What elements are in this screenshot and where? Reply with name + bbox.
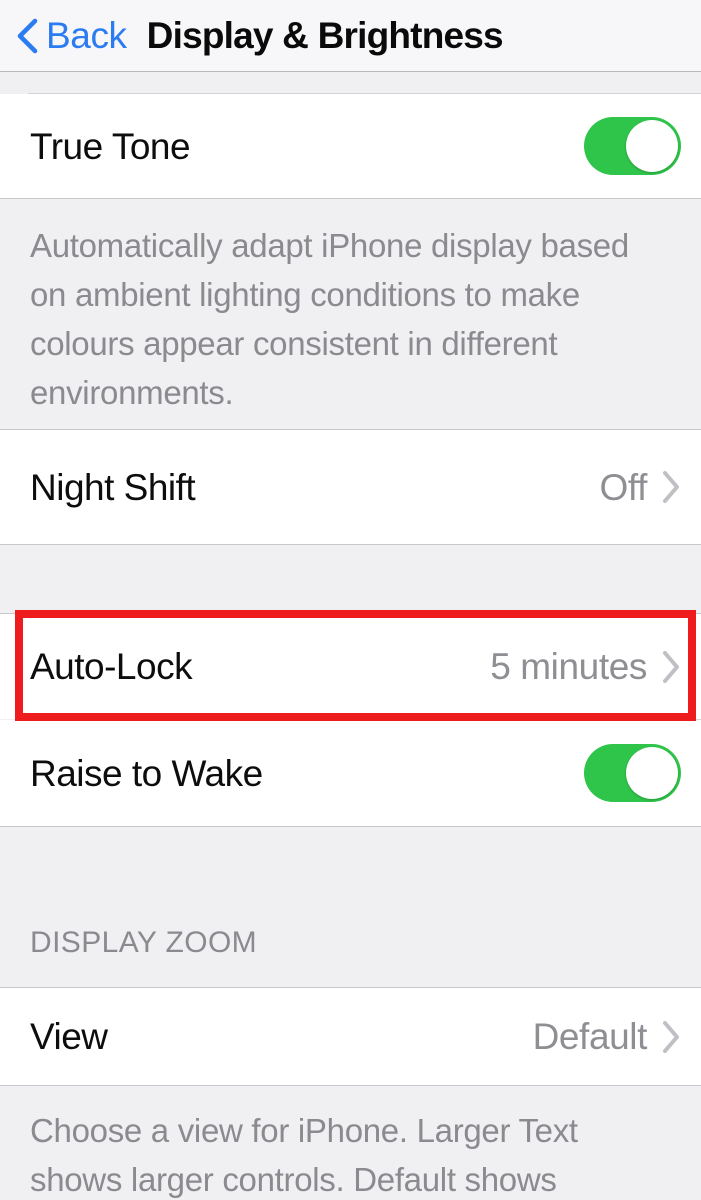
back-button[interactable]: Back <box>14 16 127 56</box>
row-raise-to-wake-label: Raise to Wake <box>30 752 263 794</box>
row-raise-to-wake[interactable]: Raise to Wake <box>0 720 701 826</box>
section-header-display-zoom: DISPLAY ZOOM <box>0 908 701 970</box>
view-group: View Default <box>0 988 701 1085</box>
display-zoom-description: Choose a view for iPhone. Larger Text sh… <box>0 1086 701 1200</box>
chevron-right-icon <box>663 471 679 503</box>
row-true-tone-label: True Tone <box>30 125 191 167</box>
row-true-tone[interactable]: True Tone <box>0 94 701 198</box>
true-tone-group: True Tone <box>0 94 701 198</box>
raise-to-wake-toggle[interactable] <box>584 744 681 802</box>
row-night-shift-label: Night Shift <box>30 466 196 508</box>
row-view[interactable]: View Default <box>0 988 701 1085</box>
row-true-tone-control <box>584 117 681 175</box>
chevron-right-icon <box>663 650 679 683</box>
toggle-knob <box>626 747 678 799</box>
row-view-label: View <box>30 1016 108 1057</box>
auto-lock-group: Auto-Lock 5 minutes <box>0 614 701 719</box>
section-gap-night-shift <box>0 545 701 613</box>
auto-lock-value: 5 minutes <box>490 646 647 687</box>
row-raise-to-wake-control <box>584 744 681 802</box>
raise-to-wake-group: Raise to Wake <box>0 720 701 826</box>
night-shift-group: Night Shift Off <box>0 430 701 544</box>
page-title: Display & Brightness <box>146 15 504 56</box>
navigation-bar: Back Display & Brightness <box>0 0 701 72</box>
chevron-left-icon <box>17 18 38 53</box>
back-button-label: Back <box>46 15 127 56</box>
row-night-shift[interactable]: Night Shift Off <box>0 430 701 544</box>
row-auto-lock-control: 5 minutes <box>490 648 681 685</box>
row-night-shift-control: Off <box>600 469 681 506</box>
night-shift-value: Off <box>599 466 648 508</box>
view-value: Default <box>532 1016 648 1057</box>
true-tone-toggle[interactable] <box>584 117 681 175</box>
row-auto-lock[interactable]: Auto-Lock 5 minutes <box>0 614 701 719</box>
chevron-right-icon <box>663 1020 679 1053</box>
true-tone-description: Automatically adapt iPhone display based… <box>0 199 701 429</box>
settings-screen: Back Display & Brightness True Tone Auto… <box>0 0 701 1200</box>
row-auto-lock-label: Auto-Lock <box>30 646 193 687</box>
row-view-control: Default <box>533 1018 681 1055</box>
toggle-knob <box>626 120 678 172</box>
